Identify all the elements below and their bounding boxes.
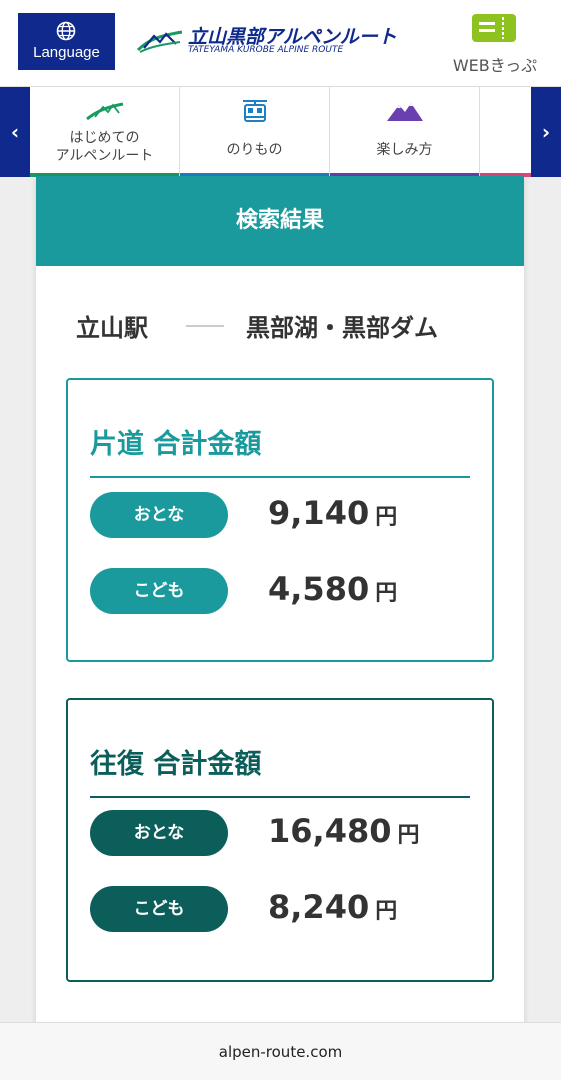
search-result-card: 検索結果 立山駅 黒部湖・黒部ダム 片道 合計金額 おとな 9,140 円 こども… (36, 176, 524, 1036)
route-summary: 立山駅 黒部湖・黒部ダム (36, 308, 524, 348)
currency-unit: 円 (397, 823, 420, 848)
title-underline (90, 796, 470, 798)
language-button[interactable]: Language (18, 13, 115, 70)
one-way-title: 片道 合計金額 (90, 429, 262, 460)
category-nav: ‹ はじめての アルペンルート のりもの 楽しみ方 › (0, 86, 561, 177)
language-label: Language (33, 44, 100, 61)
route-from: 立山駅 (76, 314, 148, 342)
child-price: 4,580 円 (268, 570, 398, 608)
adult-fare-row: おとな 16,480 円 (90, 810, 470, 856)
route-separator (186, 325, 224, 327)
url-text: alpen-route.com (218, 1043, 343, 1061)
mountains-icon (387, 103, 423, 121)
result-title: 検索結果 (36, 176, 524, 266)
site-logo[interactable]: 立山黒部アルペンルート TATEYAMA KUROBE ALPINE ROUTE (136, 22, 397, 58)
globe-icon (56, 21, 76, 41)
mountain-logo-icon (136, 30, 183, 53)
nav-next-button[interactable]: › (531, 87, 561, 177)
child-badge: こども (90, 568, 228, 614)
nav-item-enjoy[interactable]: 楽しみ方 (330, 87, 480, 177)
site-header: Language 立山黒部アルペンルート TATEYAMA KUROBE ALP… (0, 0, 561, 86)
nav-label-line2: アルペンルート (55, 148, 154, 164)
logo-english-text: TATEYAMA KUROBE ALPINE ROUTE (188, 45, 344, 55)
currency-unit: 円 (375, 899, 398, 924)
currency-unit: 円 (375, 505, 398, 530)
title-underline (90, 476, 470, 478)
nav-item-first-time[interactable]: はじめての アルペンルート (30, 87, 180, 177)
ropeway-icon (243, 100, 267, 122)
child-fare-row: こども 4,580 円 (90, 568, 470, 614)
nav-prev-button[interactable]: ‹ (0, 87, 30, 177)
round-trip-title: 往復 合計金額 (90, 749, 262, 780)
web-ticket-label: WEBきっぷ (452, 56, 538, 75)
adult-price: 9,140 円 (268, 494, 398, 532)
adult-fare-row: おとな 9,140 円 (90, 492, 470, 538)
one-way-fare-box: 片道 合計金額 おとな 9,140 円 こども 4,580 円 (66, 378, 494, 662)
child-fare-row: こども 8,240 円 (90, 886, 470, 932)
browser-url-bar[interactable]: alpen-route.com (0, 1022, 561, 1080)
nav-label: のりもの (226, 142, 283, 158)
nav-item-vehicles[interactable]: のりもの (180, 87, 330, 177)
adult-badge: おとな (90, 810, 228, 856)
route-to: 黒部湖・黒部ダム (246, 314, 438, 342)
adult-price: 16,480 円 (268, 812, 420, 850)
adult-badge: おとな (90, 492, 228, 538)
currency-unit: 円 (375, 581, 398, 606)
nav-item-partial[interactable] (480, 87, 531, 177)
mountain-icon (86, 102, 124, 121)
nav-label: 楽しみ方 (376, 142, 433, 158)
nav-label-line1: はじめての (69, 130, 140, 146)
web-ticket-button[interactable]: WEBきっぷ (440, 10, 550, 76)
child-badge: こども (90, 886, 228, 932)
child-price: 8,240 円 (268, 888, 398, 926)
ticket-icon (472, 14, 516, 42)
round-trip-fare-box: 往復 合計金額 おとな 16,480 円 こども 8,240 円 (66, 698, 494, 982)
